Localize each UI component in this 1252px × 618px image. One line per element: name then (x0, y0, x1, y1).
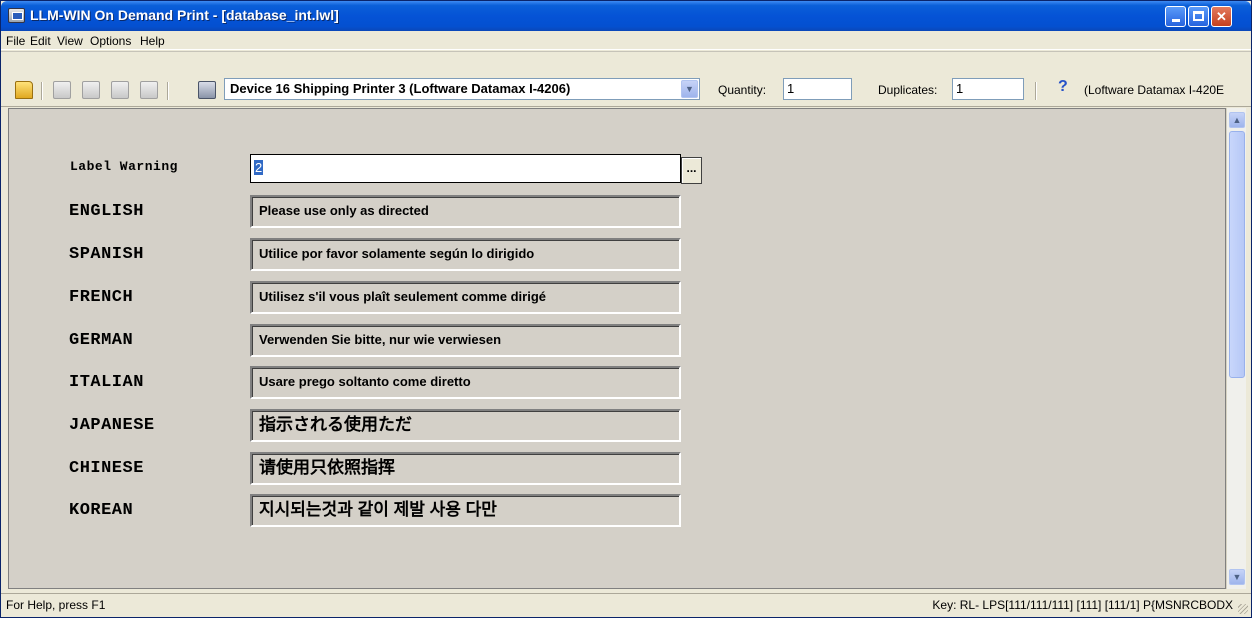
label-warning-input[interactable]: 2 (250, 154, 681, 183)
text-english: Please use only as directed (250, 195, 681, 228)
save-icon[interactable] (53, 81, 71, 99)
text-japanese: 指示される使用ただ (250, 409, 681, 442)
menu-edit[interactable]: Edit (30, 34, 51, 48)
duplicates-input[interactable]: 1 (952, 78, 1024, 100)
help-icon[interactable]: ? (1058, 78, 1068, 96)
printer-icon[interactable] (198, 81, 216, 99)
text-korean: 지시되는것과 같이 제발 사용 다만 (250, 494, 681, 527)
text-german: Verwenden Sie bitte, nur wie verwiesen (250, 324, 681, 357)
row-label-japanese: JAPANESE (69, 416, 155, 435)
status-bar: For Help, press F1 Key: RL- LPS[111/111/… (1, 593, 1251, 617)
vertical-scrollbar[interactable]: ▲ ▼ (1226, 108, 1246, 589)
scroll-down-icon[interactable]: ▼ (1229, 569, 1245, 585)
scroll-up-icon[interactable]: ▲ (1229, 112, 1245, 128)
row-label-spanish: SPANISH (69, 245, 144, 264)
row-label-italian: ITALIAN (69, 373, 144, 392)
minimize-icon (1171, 19, 1180, 22)
menu-view[interactable]: View (57, 34, 83, 48)
folder-open-icon[interactable] (15, 81, 33, 99)
title-bar[interactable]: LLM-WIN On Demand Print - [database_int.… (1, 1, 1251, 31)
row-label-korean: KOREAN (69, 501, 134, 520)
app-icon[interactable] (8, 8, 25, 23)
toolbar-separator (41, 82, 43, 100)
minimize-button[interactable] (1165, 6, 1186, 27)
window-title: LLM-WIN On Demand Print - [database_int.… (30, 7, 339, 23)
menu-bar: File Edit View Options Help (1, 31, 1251, 50)
resize-grip-icon[interactable] (1238, 604, 1248, 614)
menu-help[interactable]: Help (140, 34, 165, 48)
status-key-text: Key: RL- LPS[111/111/111] [111] [111/1] … (932, 598, 1233, 612)
maximize-icon (1193, 11, 1204, 21)
row-label-chinese: CHINESE (69, 459, 144, 478)
label-warning-label: Label Warning (70, 159, 178, 174)
row-label-german: GERMAN (69, 331, 134, 350)
save-copy-icon[interactable] (111, 81, 129, 99)
text-italian: Usare prego soltanto come diretto (250, 366, 681, 399)
save-all-icon[interactable] (82, 81, 100, 99)
text-chinese: 请使用只依照指挥 (250, 452, 681, 485)
duplicates-label: Duplicates: (878, 83, 938, 97)
app-window: LLM-WIN On Demand Print - [database_int.… (0, 0, 1252, 618)
quantity-input[interactable]: 1 (783, 78, 852, 100)
close-icon: ✕ (1216, 9, 1227, 24)
chevron-down-icon[interactable]: ▼ (681, 80, 698, 98)
scrollbar-thumb[interactable] (1229, 131, 1245, 378)
device-select-value: Device 16 Shipping Printer 3 (Loftware D… (230, 81, 571, 96)
form-area: Label Warning 2 ... ENGLISH Please use o… (8, 108, 1226, 589)
browse-button[interactable]: ... (681, 157, 702, 184)
menu-file[interactable]: File (6, 34, 25, 48)
maximize-button[interactable] (1188, 6, 1209, 27)
text-french: Utilisez s'il vous plaît seulement comme… (250, 281, 681, 314)
toolbar-separator (167, 82, 169, 100)
toolbar-row: Device 16 Shipping Printer 3 (Loftware D… (1, 78, 1251, 105)
menu-options[interactable]: Options (90, 34, 131, 48)
device-select[interactable]: Device 16 Shipping Printer 3 (Loftware D… (224, 78, 700, 100)
quantity-label: Quantity: (718, 83, 767, 97)
close-button[interactable]: ✕ (1211, 6, 1232, 27)
status-help-text: For Help, press F1 (6, 598, 106, 612)
save-batch-icon[interactable] (140, 81, 158, 99)
label-warning-value: 2 (254, 160, 264, 175)
text-spanish: Utilice por favor solamente según lo dir… (250, 238, 681, 271)
toolbar-separator (1035, 82, 1037, 100)
row-label-french: FRENCH (69, 288, 134, 307)
printer-info: (Loftware Datamax I-420E (1084, 83, 1225, 97)
toolbar: Device 16 Shipping Printer 3 (Loftware D… (1, 51, 1251, 107)
row-label-english: ENGLISH (69, 202, 144, 221)
